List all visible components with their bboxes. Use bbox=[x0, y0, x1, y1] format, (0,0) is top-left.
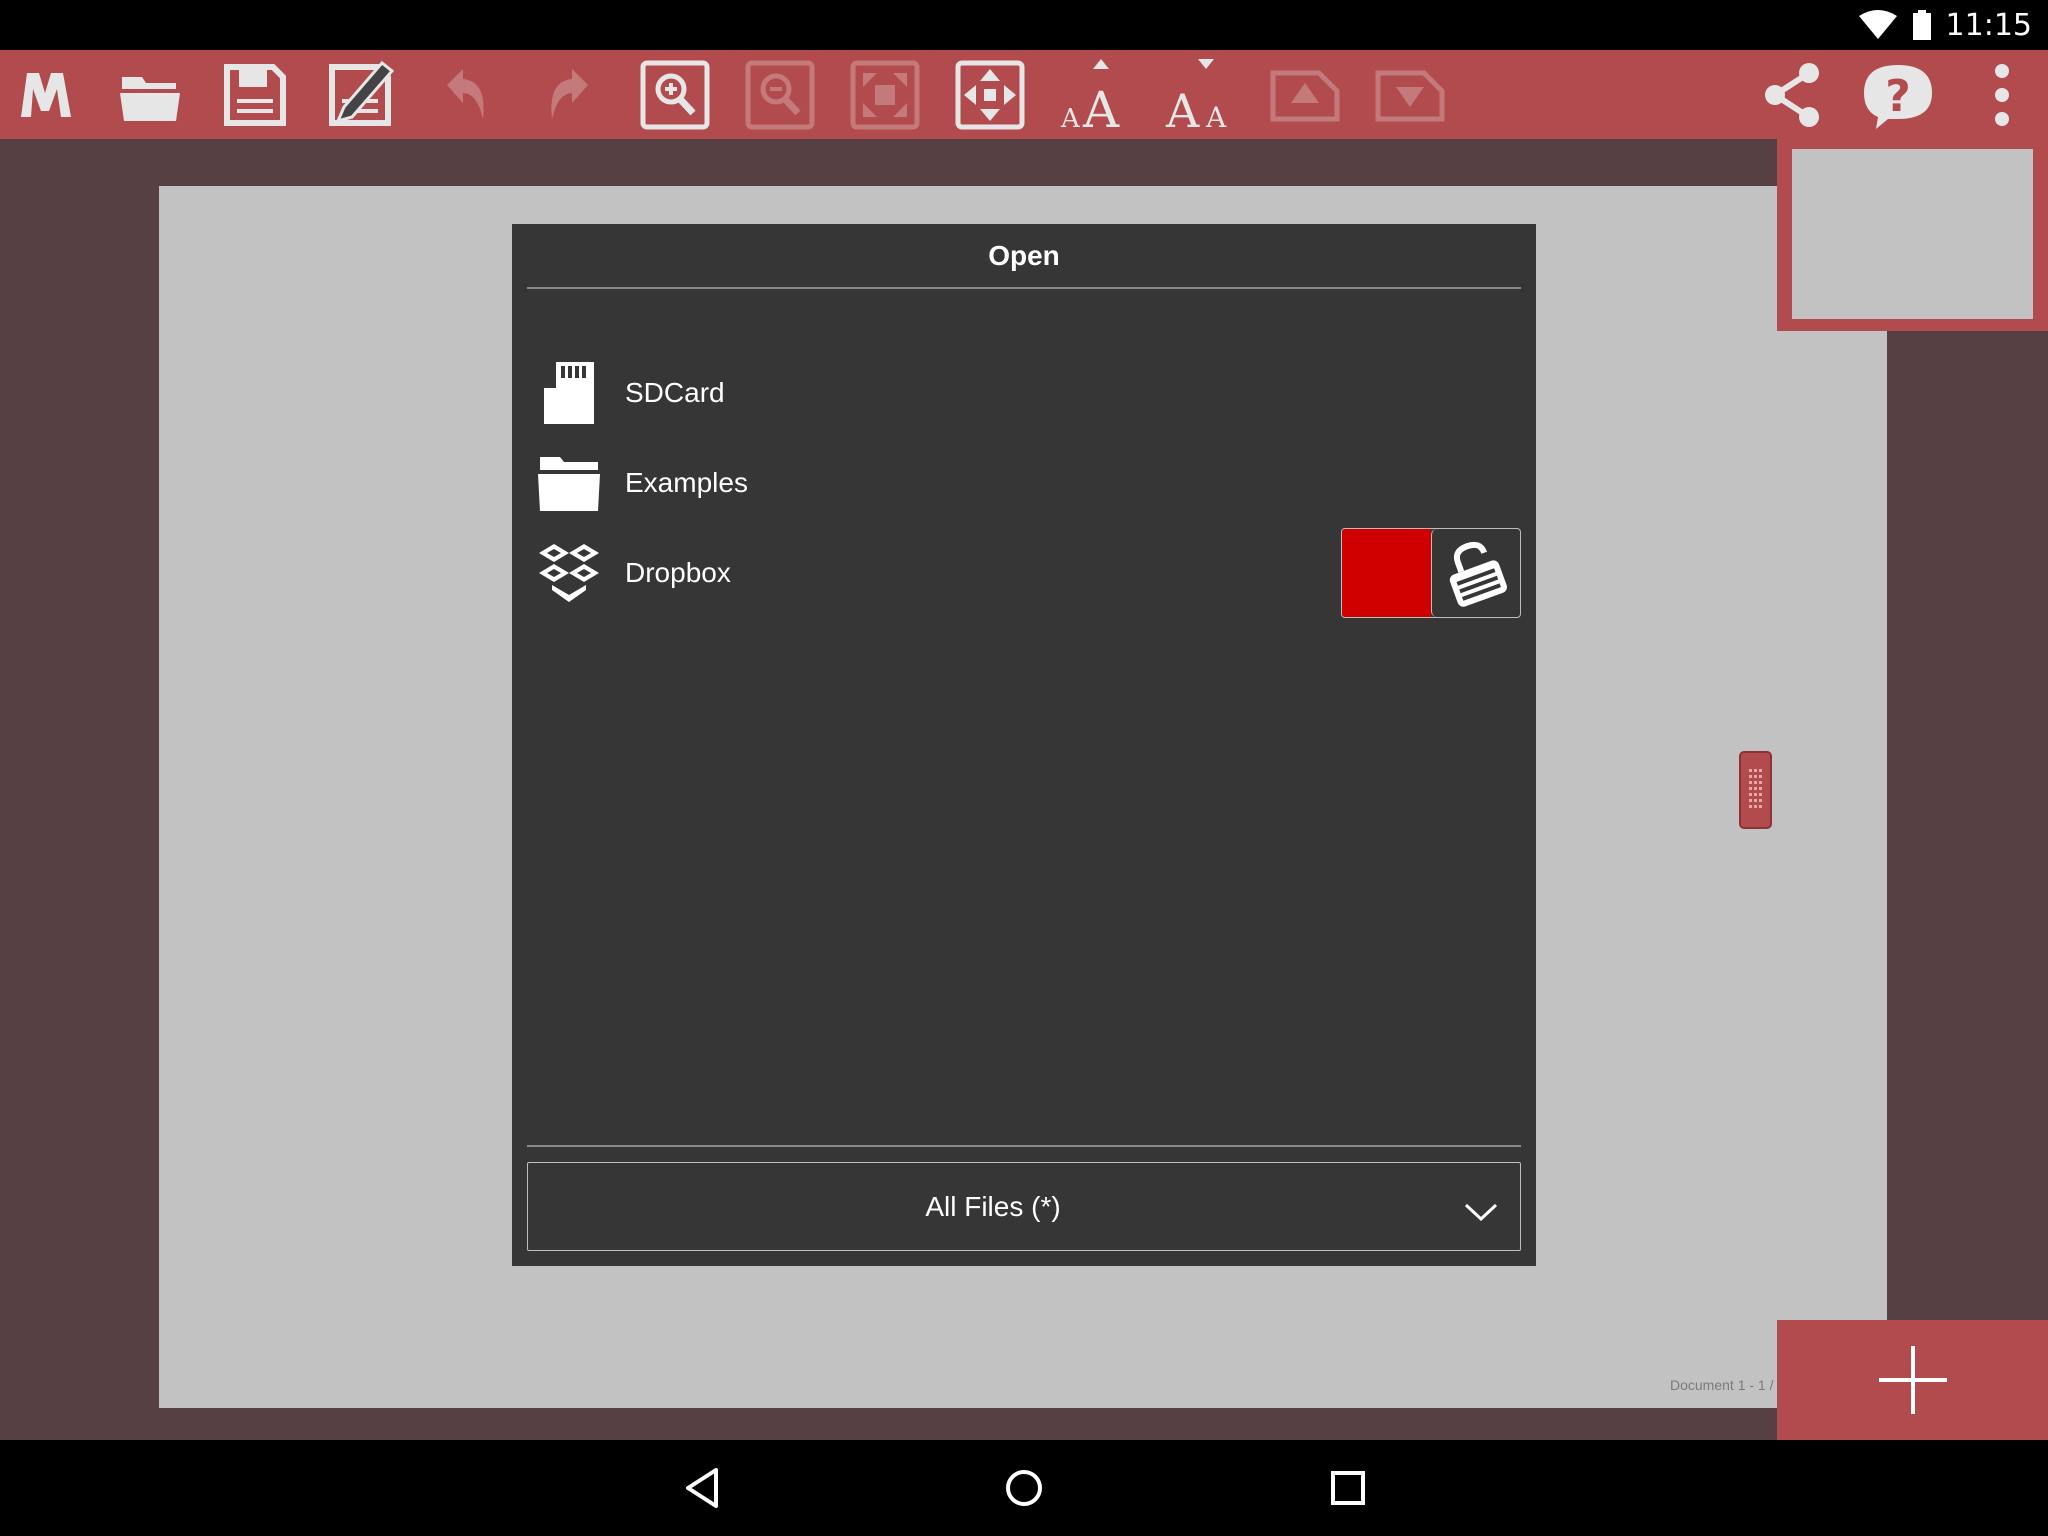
svg-text:A: A bbox=[1165, 84, 1200, 135]
save-as-button[interactable] bbox=[307, 50, 412, 139]
location-sdcard[interactable]: SDCard bbox=[527, 348, 1521, 438]
page-up-button[interactable] bbox=[1252, 50, 1357, 139]
font-smaller-button[interactable]: A A bbox=[1147, 50, 1252, 139]
fit-page-icon bbox=[850, 60, 919, 129]
file-type-filter[interactable]: All Files (*) bbox=[527, 1162, 1521, 1251]
unlock-icon bbox=[1449, 541, 1507, 607]
plus-icon bbox=[1878, 1346, 1947, 1414]
location-label: Examples bbox=[625, 467, 748, 498]
undo-icon bbox=[446, 68, 484, 119]
thumbnail-preview bbox=[1792, 149, 2033, 319]
app-logo-button[interactable] bbox=[0, 50, 97, 139]
page-down-button[interactable] bbox=[1357, 50, 1462, 139]
page-thumbnail[interactable] bbox=[1777, 139, 2048, 331]
move-icon bbox=[955, 60, 1024, 129]
app-logo-icon bbox=[20, 72, 71, 117]
document-page-label: Document 1 - 1 / 1 bbox=[1670, 1377, 1786, 1393]
toolbar: A A A A ? bbox=[0, 50, 2048, 139]
help-icon: ? bbox=[1863, 64, 1932, 129]
redo-icon bbox=[550, 68, 588, 119]
navigation-bar bbox=[0, 1440, 2048, 1536]
status-bar: 11:15 bbox=[0, 0, 2048, 50]
grip-icon bbox=[1749, 769, 1762, 808]
back-icon bbox=[686, 1468, 718, 1508]
font-larger-icon: A A bbox=[1060, 58, 1120, 135]
redo-button[interactable] bbox=[517, 50, 622, 139]
sd-card-icon bbox=[527, 348, 611, 438]
chevron-down-icon bbox=[1464, 1203, 1498, 1221]
open-dialog: Open SDCard Examples Dropbox All Files (… bbox=[512, 224, 1536, 1266]
save-as-icon bbox=[328, 60, 394, 126]
location-label: SDCard bbox=[625, 377, 725, 408]
zoom-in-icon bbox=[640, 60, 709, 129]
location-label: Dropbox bbox=[625, 557, 731, 588]
recents-icon bbox=[1331, 1471, 1365, 1505]
folder-icon bbox=[527, 438, 611, 528]
battery-icon bbox=[1912, 10, 1931, 40]
page-down-icon bbox=[1375, 70, 1444, 121]
share-button[interactable] bbox=[1740, 50, 1845, 139]
save-button[interactable] bbox=[202, 50, 307, 139]
font-larger-button[interactable]: A A bbox=[1042, 50, 1147, 139]
move-button[interactable] bbox=[937, 50, 1042, 139]
zoom-in-button[interactable] bbox=[622, 50, 727, 139]
add-button[interactable] bbox=[1777, 1320, 2048, 1440]
wifi-icon bbox=[1858, 10, 1897, 39]
open-button[interactable] bbox=[97, 50, 202, 139]
page-up-icon bbox=[1270, 70, 1339, 121]
filter-selected: All Files (*) bbox=[925, 1191, 1061, 1222]
undo-button[interactable] bbox=[412, 50, 517, 139]
svg-text:A: A bbox=[1082, 81, 1120, 135]
scroll-handle[interactable] bbox=[1739, 751, 1772, 829]
fit-page-button[interactable] bbox=[832, 50, 937, 139]
svg-text:?: ? bbox=[1885, 71, 1911, 122]
svg-text:A: A bbox=[1205, 101, 1227, 134]
dropbox-icon bbox=[527, 528, 611, 618]
title-divider bbox=[527, 287, 1521, 289]
svg-text:A: A bbox=[1060, 104, 1081, 134]
font-smaller-icon: A A bbox=[1165, 58, 1227, 135]
status-icons: 11:15 bbox=[1858, 0, 2032, 50]
share-icon bbox=[1764, 62, 1819, 127]
back-button[interactable] bbox=[642, 1440, 762, 1536]
location-examples[interactable]: Examples bbox=[527, 438, 1521, 528]
recents-button[interactable] bbox=[1288, 1440, 1408, 1536]
folder-open-icon bbox=[119, 76, 180, 121]
zoom-out-icon bbox=[745, 60, 814, 129]
zoom-out-button[interactable] bbox=[727, 50, 832, 139]
lock-state-indicator bbox=[1342, 529, 1431, 617]
footer-divider bbox=[527, 1145, 1521, 1147]
dialog-title: Open bbox=[988, 240, 1060, 271]
home-icon bbox=[1006, 1470, 1042, 1506]
dropbox-lock-toggle[interactable] bbox=[1341, 528, 1521, 618]
home-button[interactable] bbox=[964, 1440, 1084, 1536]
help-button[interactable]: ? bbox=[1845, 50, 1950, 139]
overflow-menu-icon bbox=[1995, 63, 2009, 126]
overflow-menu-button[interactable] bbox=[1950, 50, 2048, 139]
clock: 11:15 bbox=[1945, 7, 2032, 43]
save-icon bbox=[223, 63, 286, 126]
lock-button[interactable] bbox=[1430, 529, 1520, 617]
